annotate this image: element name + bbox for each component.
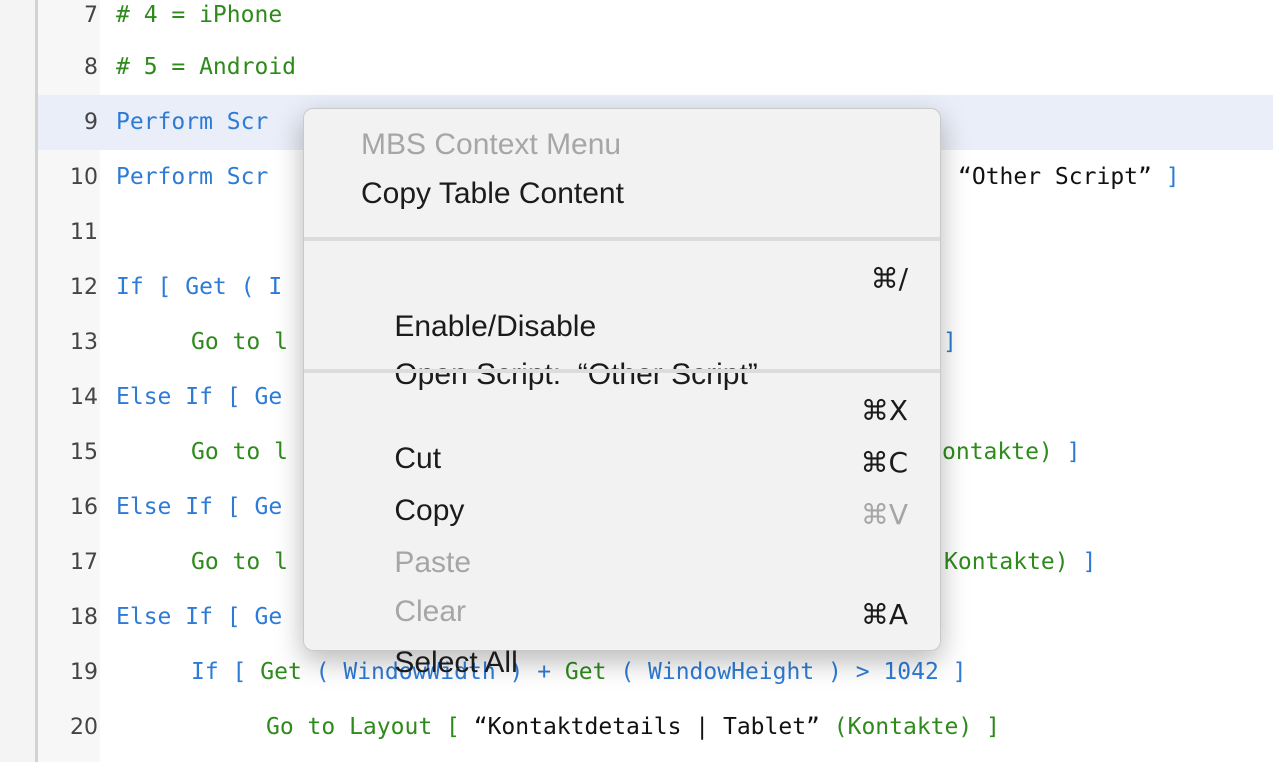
line-number: 14 [70,385,98,410]
code-token-function: Get [260,659,302,685]
code-token: If [ [191,659,261,685]
code-token: ( [301,659,344,685]
shortcut-label: ⌘X [860,394,908,427]
menu-item-open-script[interactable]: Open Script: “Other Script” [361,303,908,391]
line-number: 12 [70,275,98,300]
code-token: ( [606,659,649,685]
context-menu: MBS Context Menu Copy Table Content Enab… [303,108,941,679]
script-line-20[interactable]: 20 Go to Layout [ “Kontaktdetails | Tabl… [38,700,1273,755]
layout-name-literal: “Kontaktdetails | Tablet” [473,714,820,740]
closing-bracket: ] [1165,164,1180,190]
menu-separator [304,237,940,241]
code-text: Else If [ Ge [116,604,283,630]
code-text: Else If [ Ge [116,494,283,520]
menu-separator [304,369,940,373]
line-number: 16 [70,495,98,520]
line-number: 7 [84,3,98,28]
code-text: Go to l [191,549,288,575]
code-token: (Kontakte) ] [819,714,1000,740]
menu-item-label: Copy Table Content [361,177,624,210]
menu-item-enable-disable[interactable]: Enable/Disable ⌘/ [361,255,908,343]
script-line-19[interactable]: 19 If [ Get ( WindowWidth ) + Get ( Wind… [38,645,1273,700]
line-number: 11 [70,220,98,245]
line-number: 9 [84,110,98,135]
menu-item-clear: Clear [361,540,908,628]
menu-item-cut[interactable]: Cut ⌘X [361,387,908,475]
code-text: Else If [ Ge [116,384,283,410]
closing-bracket: ] [1082,549,1097,575]
menu-item-paste: Paste ⌘V [361,491,908,579]
code-text: Go to l [191,329,288,355]
code-text: # 5 = Android [116,54,297,80]
script-line-8[interactable]: 8 # 5 = Android [38,40,1273,95]
menu-item-copy-table-content[interactable]: Copy Table Content [361,170,908,218]
line-number: 8 [84,55,98,80]
closing-bracket: ] [1066,439,1081,465]
menu-item-copy[interactable]: Copy ⌘C [361,439,908,527]
code-text: Perform Scr [116,164,269,190]
line-number: 10 [70,165,98,190]
line-number: 19 [70,660,98,685]
layout-table-text: ontakte) [942,439,1053,465]
code-text: Go to l [191,439,288,465]
shortcut-label: ⌘/ [870,262,908,295]
layout-table-text: Kontakte) [944,549,1069,575]
code-tail: “Other Script” ] [958,150,1180,205]
script-line-7[interactable]: 7 # 4 = iPhone [38,0,1273,43]
code-text: If [ Get ( WindowWidth ) + Get ( WindowH… [191,645,967,700]
shortcut-label: ⌘C [860,446,908,479]
code-token: WindowHeight [648,659,815,685]
code-text: If [ Get ( I [116,274,283,300]
shortcut-label: ⌘V [860,498,908,531]
code-text: # 4 = iPhone [116,2,283,28]
code-token-function: Get [564,659,607,685]
code-tail: Kontakte) ] [944,535,1096,590]
code-tail: ] [943,315,957,370]
menu-header-label: MBS Context Menu [361,128,622,161]
line-number: 17 [70,550,98,575]
line-number: 15 [70,440,98,465]
shortcut-label: ⌘A [860,598,908,631]
code-tail: ontakte) ] [942,425,1081,480]
menu-item-select-all[interactable]: Select All ⌘A [361,591,908,679]
code-token: ) > 1042 ] [814,659,967,685]
line-number: 18 [70,605,98,630]
line-number: 20 [70,715,98,740]
line-number: 13 [70,330,98,355]
menu-item-label: Select All [394,646,518,679]
menu-header-mbs: MBS Context Menu [361,121,908,169]
script-name-literal: “Other Script” [958,164,1152,190]
code-text: Perform Scr [116,109,269,135]
closing-bracket: ] [943,329,957,355]
